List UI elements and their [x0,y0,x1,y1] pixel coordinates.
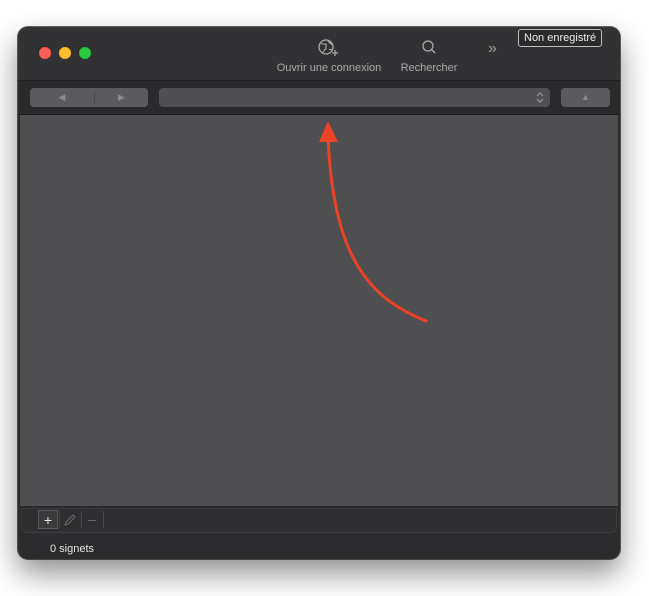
zoom-button[interactable] [79,47,91,59]
add-bookmark-button[interactable]: + [38,510,58,529]
annotation-arrow-icon [319,121,428,323]
app-window: Ouvrir une connexion Rechercher » Non en… [18,27,620,559]
toolbar-overflow-chevron-icon[interactable]: » [488,40,497,58]
minimize-button[interactable] [59,47,71,59]
button-separator [103,511,104,528]
forward-button[interactable]: ▶ [95,88,148,107]
open-connection-label: Ouvrir une connexion [276,62,382,74]
unregistered-badge[interactable]: Non enregistré [518,29,603,47]
path-popup[interactable] [159,88,550,107]
bookmark-actions-bar: + – [21,508,617,533]
search-button[interactable]: Rechercher [397,38,461,74]
bookmark-count-status: 0 signets [50,543,95,555]
globe-plus-icon [318,39,338,56]
magnifier-icon [422,40,436,54]
back-forward-control: ◀ ▶ [30,88,148,107]
pencil-icon [64,514,76,527]
navigation-bar: ◀ ▶ ▲ [18,81,620,115]
up-down-chevron-icon [536,92,544,103]
edit-bookmark-button[interactable] [60,510,80,529]
parent-folder-button[interactable]: ▲ [561,88,610,107]
title-bar: Ouvrir une connexion Rechercher » Non en… [18,27,620,81]
bookmarks-list-area[interactable] [20,115,618,506]
close-button[interactable] [39,47,51,59]
remove-bookmark-button[interactable]: – [82,510,102,529]
open-connection-button[interactable]: Ouvrir une connexion [272,38,386,74]
back-button[interactable]: ◀ [30,88,94,107]
search-label: Rechercher [400,62,458,74]
